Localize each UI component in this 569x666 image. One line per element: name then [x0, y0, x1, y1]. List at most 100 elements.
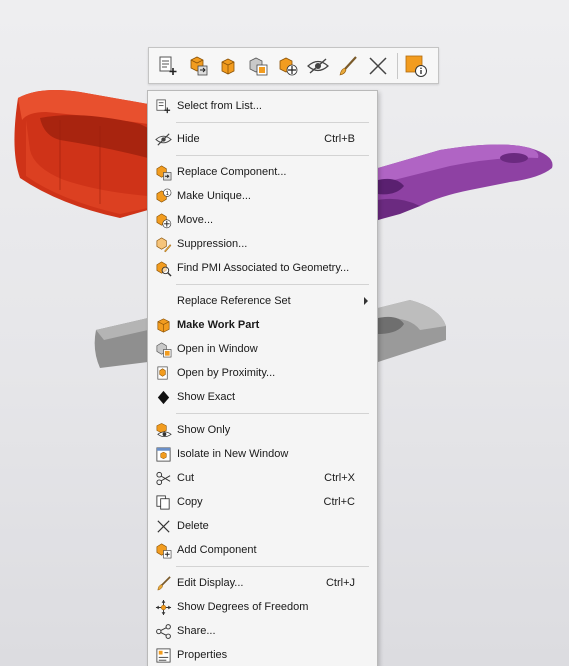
diamond-icon	[154, 388, 172, 406]
menu-item-shortcut: Ctrl+X	[324, 472, 355, 484]
menu-item-find-pmi[interactable]: Find PMI Associated to Geometry...	[148, 256, 377, 280]
purple-part[interactable]	[378, 144, 553, 220]
menu-item-label: Open in Window	[177, 343, 258, 355]
hide-icon	[154, 130, 172, 148]
menu-item-open-by-proximity[interactable]: Open by Proximity...	[148, 361, 377, 385]
menu-item-select-from-list[interactable]: Select from List...	[148, 94, 377, 118]
scissors-icon	[154, 469, 172, 487]
menu-item-label: Edit Display...	[177, 577, 244, 589]
toolbar-button-select-from-list[interactable]	[153, 51, 183, 81]
menu-item-cut[interactable]: Cut Ctrl+X	[148, 466, 377, 490]
menu-item-properties[interactable]: Properties	[148, 643, 377, 666]
menu-separator	[176, 413, 369, 414]
menu-separator	[176, 122, 369, 123]
menu-item-label: Delete	[177, 520, 209, 532]
hide-icon	[307, 57, 329, 74]
toolbar-button-replace-component[interactable]	[183, 51, 213, 81]
menu-item-replace-reference-set[interactable]: Replace Reference Set	[148, 289, 377, 313]
menu-item-label: Add Component	[177, 544, 257, 556]
show-only-icon	[154, 421, 172, 439]
menu-item-label: Find PMI Associated to Geometry...	[177, 262, 350, 274]
mini-toolbar	[148, 47, 439, 84]
menu-item-show-degrees-of-freedom[interactable]: Show Degrees of Freedom	[148, 595, 377, 619]
menu-item-isolate-in-new-window[interactable]: Isolate in New Window	[148, 442, 377, 466]
edit-display-icon	[339, 55, 357, 75]
menu-item-label: Select from List...	[177, 100, 262, 112]
menu-item-hide[interactable]: Hide Ctrl+B	[148, 127, 377, 151]
make-work-part-icon	[154, 316, 172, 334]
delete-icon	[369, 56, 387, 75]
menu-item-label: Properties	[177, 649, 228, 661]
menu-item-label: Make Work Part	[177, 319, 260, 331]
menu-item-delete[interactable]: Delete	[148, 514, 377, 538]
toolbar-button-information[interactable]	[401, 51, 431, 81]
move-component-icon	[279, 57, 298, 75]
isolate-icon	[154, 445, 172, 463]
menu-item-share[interactable]: Share...	[148, 619, 377, 643]
copy-icon	[154, 493, 172, 511]
make-unique-icon: 1	[154, 187, 172, 205]
menu-item-shortcut: Ctrl+B	[324, 133, 355, 145]
select-from-list-icon	[154, 97, 172, 115]
menu-item-label: Isolate in New Window	[177, 448, 289, 460]
find-pmi-icon	[154, 259, 172, 277]
menu-item-add-component[interactable]: Add Component	[148, 538, 377, 562]
menu-item-label: Open by Proximity...	[177, 367, 276, 379]
context-menu: Select from List... Hide Ctrl+B Replace …	[147, 90, 378, 666]
menu-item-edit-display[interactable]: Edit Display... Ctrl+J	[148, 571, 377, 595]
toolbar-button-open-in-window[interactable]	[243, 51, 273, 81]
toolbar-button-delete[interactable]	[363, 51, 393, 81]
menu-item-open-in-window[interactable]: Open in Window	[148, 337, 377, 361]
menu-item-shortcut: Ctrl+C	[323, 496, 355, 508]
menu-separator	[176, 284, 369, 285]
menu-item-suppression[interactable]: Suppression...	[148, 232, 377, 256]
menu-separator	[176, 155, 369, 156]
menu-separator	[176, 566, 369, 567]
toolbar-button-make-work-part[interactable]	[213, 51, 243, 81]
open-by-proximity-icon	[154, 364, 172, 382]
red-part[interactable]	[14, 90, 149, 218]
menu-item-label: Suppression...	[177, 238, 248, 250]
menu-item-label: Show Degrees of Freedom	[177, 601, 309, 613]
menu-item-copy[interactable]: Copy Ctrl+C	[148, 490, 377, 514]
menu-item-make-work-part[interactable]: Make Work Part	[148, 313, 377, 337]
menu-item-label: Share...	[177, 625, 216, 637]
open-in-window-icon	[154, 340, 172, 358]
select-from-list-icon	[159, 56, 177, 75]
brush-icon	[154, 574, 172, 592]
information-icon	[405, 55, 427, 77]
replace-component-icon	[190, 56, 208, 75]
open-in-window-icon	[249, 57, 268, 75]
menu-item-replace-component[interactable]: Replace Component...	[148, 160, 377, 184]
toolbar-separator	[397, 52, 398, 79]
replace-component-icon	[154, 163, 172, 181]
delete-icon	[154, 517, 172, 535]
menu-item-show-exact[interactable]: Show Exact	[148, 385, 377, 409]
menu-item-label: Make Unique...	[177, 190, 251, 202]
menu-item-label: Replace Reference Set	[177, 295, 291, 307]
suppression-icon	[154, 235, 172, 253]
move-icon	[154, 211, 172, 229]
toolbar-button-hide[interactable]	[303, 51, 333, 81]
menu-item-shortcut: Ctrl+J	[325, 577, 355, 589]
empty-icon-slot	[154, 292, 172, 310]
make-work-part-icon	[221, 58, 235, 74]
add-component-icon	[154, 541, 172, 559]
toolbar-button-move-component[interactable]	[273, 51, 303, 81]
menu-item-label: Hide	[177, 133, 200, 145]
menu-item-label: Replace Component...	[177, 166, 287, 178]
submenu-arrow-icon	[364, 297, 368, 305]
menu-item-make-unique[interactable]: 1 Make Unique...	[148, 184, 377, 208]
menu-item-label: Show Exact	[177, 391, 236, 403]
menu-item-label: Cut	[177, 472, 195, 484]
menu-item-label: Show Only	[177, 424, 231, 436]
properties-icon	[154, 646, 172, 664]
menu-item-label: Copy	[177, 496, 203, 508]
menu-item-label: Move...	[177, 214, 214, 226]
degrees-of-freedom-icon	[154, 598, 172, 616]
share-icon	[154, 622, 172, 640]
menu-item-show-only[interactable]: Show Only	[148, 418, 377, 442]
menu-item-move[interactable]: Move...	[148, 208, 377, 232]
toolbar-button-edit-display[interactable]	[333, 51, 363, 81]
svg-text:1: 1	[165, 190, 169, 196]
